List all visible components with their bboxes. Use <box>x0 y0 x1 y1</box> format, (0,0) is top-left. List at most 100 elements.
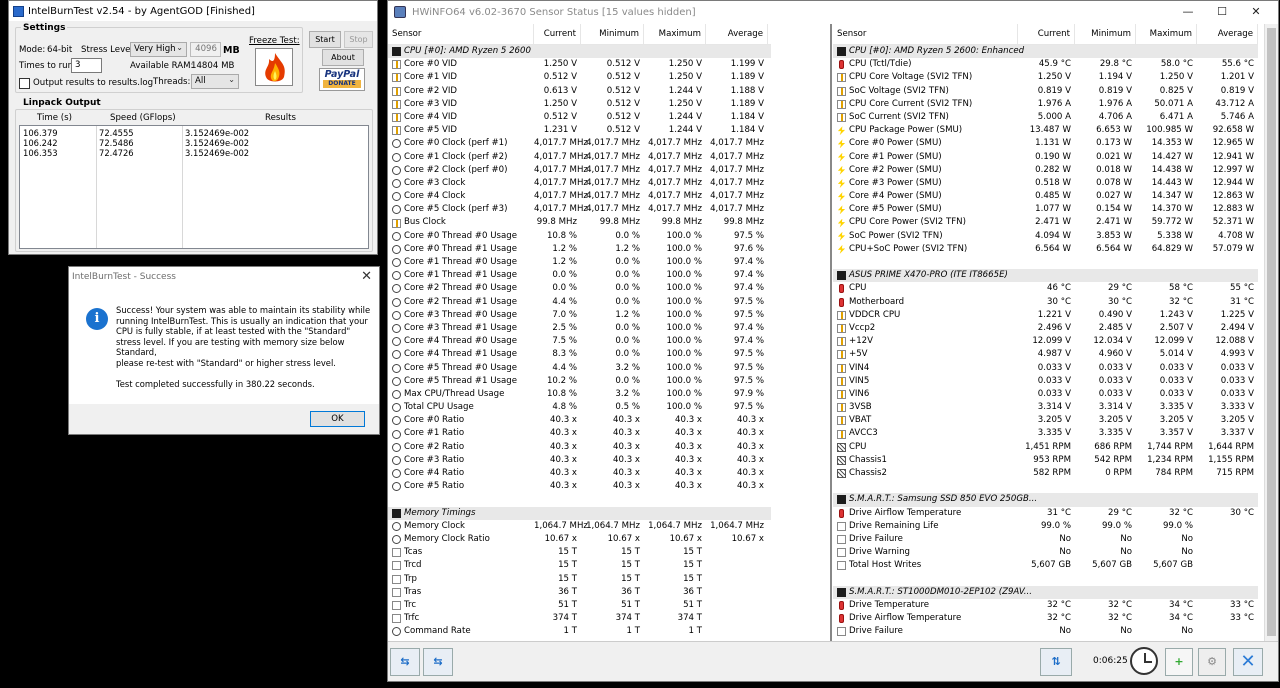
sensor-row[interactable]: VIN6 0.033 V 0.033 V 0.033 V 0.033 V <box>833 388 1258 401</box>
sensor-row[interactable]: Core #3 Power (SMU) 0.518 W 0.078 W 14.443 … <box>833 177 1258 190</box>
list-item[interactable]: 106.379 72.4555 3.152469e-002 <box>20 128 368 138</box>
sensor-row[interactable]: Motherboard 30 °C 30 °C 32 °C 31 °C <box>833 296 1258 309</box>
move-right-icon[interactable]: ⇆ <box>423 648 453 676</box>
col-sensor[interactable]: Sensor <box>833 24 1018 44</box>
sensor-row[interactable]: Core #5 Thread #0 Usage 4.4 % 3.2 % 100.0 %… <box>388 362 771 375</box>
sensor-row[interactable]: Core #3 Ratio 40.3 x 40.3 x 40.3 x 40.3 x <box>388 454 771 467</box>
sensor-row[interactable]: SoC Voltage (SVI2 TFN) 0.819 V 0.819 V 0.82… <box>833 85 1258 98</box>
times-to-run-input[interactable]: 3 <box>71 58 102 73</box>
sensor-row[interactable]: Command Rate 1 T 1 T 1 T <box>388 625 771 638</box>
col-current[interactable]: Current <box>1018 24 1075 44</box>
sensor-row[interactable]: Core #0 Thread #0 Usage 10.8 % 0.0 % 100.0 … <box>388 230 771 243</box>
sensor-group-header[interactable]: CPU [#0]: AMD Ryzen 5 2600 <box>388 45 771 59</box>
sensor-row[interactable]: +5V 4.987 V 4.960 V 5.014 V 4.993 V <box>833 348 1258 361</box>
sensor-group-header[interactable]: CPU [#0]: AMD Ryzen 5 2600: Enhanced <box>833 45 1258 59</box>
about-button[interactable]: About <box>322 49 364 66</box>
sensor-row[interactable]: Core #4 Clock 4,017.7 MHz 4,017.7 MHz 4,017… <box>388 190 771 203</box>
sensor-row[interactable]: Core #5 Thread #1 Usage 10.2 % 0.0 % 100.0 … <box>388 375 771 388</box>
sensor-row[interactable]: VDDCR CPU 1.221 V 0.490 V 1.243 V 1.225 V <box>833 309 1258 322</box>
sensor-row[interactable]: Core #2 VID 0.613 V 0.512 V 1.244 V 1.188 V <box>388 85 771 98</box>
sensor-row[interactable]: Drive Temperature 32 °C 32 °C 34 °C 33 °C <box>833 599 1258 612</box>
paypal-donate-button[interactable]: PayPal DONATE <box>319 68 365 91</box>
sensor-row[interactable]: Total CPU Usage 4.8 % 0.5 % 100.0 % 97.5 % <box>388 401 771 414</box>
col-maximum[interactable]: Maximum <box>1136 24 1197 44</box>
sensor-row[interactable]: CPU Core Power (SVI2 TFN) 2.471 W 2.471 W 5… <box>833 216 1258 229</box>
sensor-row[interactable]: Trfc 374 T 374 T 374 T <box>388 612 771 625</box>
sensor-row[interactable]: 3VSB 3.314 V 3.314 V 3.335 V 3.333 V <box>833 401 1258 414</box>
col-minimum[interactable]: Minimum <box>1075 24 1136 44</box>
sensor-row[interactable]: CPU 1,451 RPM 686 RPM 1,744 RPM 1,644 RPM <box>833 441 1258 454</box>
ok-button[interactable]: OK <box>310 411 365 427</box>
sensor-row[interactable]: Core #3 Clock 4,017.7 MHz 4,017.7 MHz 4,017… <box>388 177 771 190</box>
sensor-row[interactable]: Core #4 Thread #0 Usage 7.5 % 0.0 % 100.0 %… <box>388 335 771 348</box>
minimize-button[interactable]: — <box>1171 1 1205 23</box>
sensor-row[interactable]: Bus Clock 99.8 MHz 99.8 MHz 99.8 MHz 99.8 MH… <box>388 216 771 229</box>
sensor-row[interactable]: Core #4 Thread #1 Usage 8.3 % 0.0 % 100.0 %… <box>388 348 771 361</box>
maximize-button[interactable]: ☐ <box>1205 1 1239 23</box>
close-icon[interactable]: ✕ <box>361 269 372 284</box>
ibt-titlebar[interactable]: IntelBurnTest v2.54 - by AgentGOD [Finis… <box>9 1 377 21</box>
col-current[interactable]: Current <box>534 24 581 44</box>
sensor-row[interactable]: Drive Remaining Life 99.0 % 99.0 % 99.0 % <box>833 520 1258 533</box>
sensor-row[interactable]: Drive Failure No No No <box>833 625 1258 638</box>
start-button[interactable]: Start <box>309 31 341 48</box>
sensor-row[interactable]: Core #4 Power (SMU) 0.485 W 0.027 W 14.347 … <box>833 190 1258 203</box>
sensor-row[interactable]: Trc 51 T 51 T 51 T <box>388 599 771 612</box>
sensor-row[interactable]: Max CPU/Thread Usage 10.8 % 3.2 % 100.0 % 97… <box>388 388 771 401</box>
sensor-row[interactable]: Chassis2 582 RPM 0 RPM 784 RPM 715 RPM <box>833 467 1258 480</box>
sensor-row[interactable]: Core #3 Thread #1 Usage 2.5 % 0.0 % 100.0 %… <box>388 322 771 335</box>
output-results-checkbox[interactable] <box>19 78 30 89</box>
sensor-row[interactable]: Core #1 Clock (perf #2) 4,017.7 MHz 4,017.… <box>388 151 771 164</box>
threads-select[interactable]: All ⌄ <box>191 74 239 89</box>
sensor-row[interactable]: Core #1 Power (SMU) 0.190 W 0.021 W 14.427 … <box>833 151 1258 164</box>
sensor-row[interactable]: VIN4 0.033 V 0.033 V 0.033 V 0.033 V <box>833 362 1258 375</box>
sensor-row[interactable]: Core #1 Ratio 40.3 x 40.3 x 40.3 x 40.3 x <box>388 427 771 440</box>
sensor-row[interactable]: Core #5 Ratio 40.3 x 40.3 x 40.3 x 40.3 x <box>388 480 771 493</box>
sensor-row[interactable]: Core #0 Thread #1 Usage 1.2 % 1.2 % 100.0 %… <box>388 243 771 256</box>
sensor-row[interactable]: CPU+SoC Power (SVI2 TFN) 6.564 W 6.564 W 64… <box>833 243 1258 256</box>
sensor-row[interactable]: Core #4 Ratio 40.3 x 40.3 x 40.3 x 40.3 x <box>388 467 771 480</box>
sensor-group-header[interactable]: Memory Timings <box>388 506 771 520</box>
col-minimum[interactable]: Minimum <box>581 24 644 44</box>
sensor-row[interactable]: Core #5 Clock (perf #3) 4,017.7 MHz 4,017.… <box>388 203 771 216</box>
list-item[interactable]: 106.242 72.5486 3.152469e-002 <box>20 138 368 148</box>
close-icon[interactable]: ✕ <box>1233 648 1263 676</box>
pane-splitter[interactable] <box>830 24 832 641</box>
sensor-row[interactable]: CPU (Tctl/Tdie) 45.9 °C 29.8 °C 58.0 °C 55.6… <box>833 58 1258 71</box>
sensor-row[interactable]: Memory Clock Ratio 10.67 x 10.67 x 10.67 x 1… <box>388 533 771 546</box>
sensor-row[interactable]: Memory Clock 1,064.7 MHz 1,064.7 MHz 1,064.… <box>388 520 771 533</box>
stress-mb-input[interactable]: 4096 <box>190 42 221 57</box>
sensor-row[interactable]: Drive Failure No No No <box>833 533 1258 546</box>
sensor-row[interactable]: Core #2 Ratio 40.3 x 40.3 x 40.3 x 40.3 x <box>388 441 771 454</box>
sensor-row[interactable]: Core #4 VID 0.512 V 0.512 V 1.244 V 1.184 V <box>388 111 771 124</box>
sensor-row[interactable]: Trp 15 T 15 T 15 T <box>388 573 771 586</box>
sensor-row[interactable]: Core #5 Power (SMU) 1.077 W 0.154 W 14.370 … <box>833 203 1258 216</box>
list-item[interactable]: 106.353 72.4726 3.152469e-002 <box>20 148 368 158</box>
sensor-pane-right[interactable]: Sensor Current Minimum Maximum Average C… <box>833 24 1258 641</box>
linpack-results-list[interactable]: 106.379 72.4555 3.152469e-002 106.242 72.54… <box>19 125 369 249</box>
sensor-row[interactable]: AVCC3 3.335 V 3.335 V 3.357 V 3.337 V <box>833 427 1258 440</box>
sensor-row[interactable]: Core #0 Ratio 40.3 x 40.3 x 40.3 x 40.3 x <box>388 414 771 427</box>
network-icon[interactable]: ⇅ <box>1040 648 1072 676</box>
move-left-icon[interactable]: ⇆ <box>390 648 420 676</box>
sensor-row[interactable]: Tcas 15 T 15 T 15 T <box>388 546 771 559</box>
dialog-titlebar[interactable]: IntelBurnTest - Success ✕ <box>69 267 379 287</box>
sensor-row[interactable]: Vccp2 2.496 V 2.485 V 2.507 V 2.494 V <box>833 322 1258 335</box>
sensor-row[interactable]: Core #2 Clock (perf #0) 4,017.7 MHz 4,017.… <box>388 164 771 177</box>
report-icon[interactable]: + <box>1165 648 1193 676</box>
sensor-row[interactable]: Chassis1 953 RPM 542 RPM 1,234 RPM 1,155 RPM <box>833 454 1258 467</box>
sensor-row[interactable]: Core #3 VID 1.250 V 0.512 V 1.250 V 1.189 V <box>388 98 771 111</box>
stress-level-select[interactable]: Very High ⌄ <box>130 42 187 57</box>
sensor-row[interactable]: VBAT 3.205 V 3.205 V 3.205 V 3.205 V <box>833 414 1258 427</box>
sensor-row[interactable]: CPU Core Current (SVI2 TFN) 1.976 A 1.976 … <box>833 98 1258 111</box>
sensor-row[interactable]: CPU Package Power (SMU) 13.487 W 6.653 W 10… <box>833 124 1258 137</box>
sensor-row[interactable]: CPU Core Voltage (SVI2 TFN) 1.250 V 1.194 … <box>833 71 1258 84</box>
sensor-row[interactable]: Core #1 Thread #0 Usage 1.2 % 0.0 % 100.0 %… <box>388 256 771 269</box>
scrollbar[interactable] <box>1264 24 1278 641</box>
sensor-row[interactable]: Drive Airflow Temperature 32 °C 32 °C 34 °C… <box>833 612 1258 625</box>
sensor-row[interactable]: SoC Power (SVI2 TFN) 4.094 W 3.853 W 5.338 … <box>833 230 1258 243</box>
scrollbar-thumb[interactable] <box>1267 28 1276 636</box>
sensor-group-header[interactable]: S.M.A.R.T.: Samsung SSD 850 EVO 250GB... <box>833 493 1258 507</box>
reset-clock-icon[interactable] <box>1130 647 1158 675</box>
sensor-row[interactable]: Core #2 Power (SMU) 0.282 W 0.018 W 14.438 … <box>833 164 1258 177</box>
